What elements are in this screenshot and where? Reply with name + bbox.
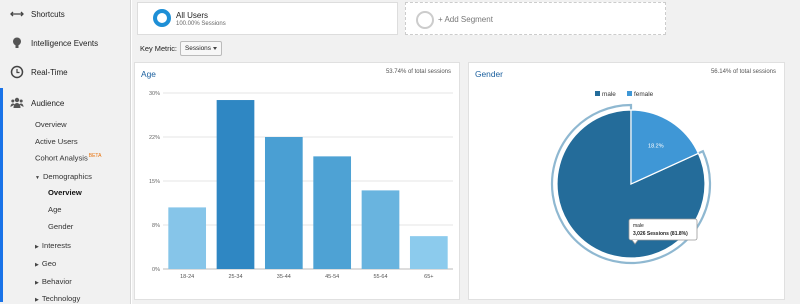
pie-slice-label: 18.2% [648, 143, 664, 149]
sidebar-sub-demographics[interactable]: ▼ Demographics [35, 172, 92, 181]
sidebar-item-label: Shortcuts [31, 9, 65, 19]
legend-swatch [627, 91, 632, 96]
shortcuts-icon [10, 11, 24, 17]
sidebar-item-label: Intelligence Events [31, 38, 99, 48]
sidebar-sub-demo-overview[interactable]: Overview [48, 188, 82, 197]
x-tick-label: 65+ [424, 274, 433, 280]
y-tick-label: 15% [149, 179, 160, 185]
segment-ring-icon [153, 9, 171, 27]
add-segment-label: + Add Segment [438, 15, 493, 24]
gender-pie-chart: male female 18.2% male 3,026 Sessions (81.8%… [550, 91, 712, 265]
age-bar[interactable] [264, 137, 303, 269]
y-tick-label: 22% [149, 135, 160, 141]
sidebar-item-intelligence-events[interactable]: Intelligence Events [0, 29, 131, 57]
x-tick-label: 18-24 [180, 274, 194, 280]
age-bar[interactable] [409, 236, 448, 269]
tooltip-value: 3,026 Sessions (81.8%) [633, 231, 688, 237]
lightbulb-icon [13, 37, 21, 48]
y-tick-label: 0% [152, 267, 160, 273]
demographics-label: Demographics [42, 172, 92, 181]
clock-icon [10, 65, 24, 79]
age-bar-chart: 0% 8% 15% 22% 30% 18-24 25-34 35-44 45-54 55-64 65… [149, 91, 453, 280]
sidebar-sub-behavior[interactable]: ▶ Behavior [35, 277, 72, 286]
caret-right-icon: ▶ [35, 244, 39, 250]
sidebar-item-audience[interactable]: Audience [0, 89, 131, 117]
main-content: All Users 100.00% Sessions + Add Segment… [132, 0, 800, 304]
add-segment-button[interactable]: + Add Segment [405, 2, 666, 35]
age-bar[interactable] [216, 100, 255, 269]
key-metric-label: Key Metric: [140, 44, 177, 53]
sidebar-item-shortcuts[interactable]: Shortcuts [0, 0, 131, 28]
key-metric-select[interactable]: Sessions [180, 41, 222, 56]
cohort-analysis-label: Cohort Analysis [35, 153, 88, 163]
gender-panel: Gender 56.14% of total sessions male fema… [468, 62, 785, 300]
y-tick-label: 30% [149, 91, 160, 97]
segment-all-users[interactable]: All Users 100.00% Sessions [137, 2, 398, 35]
sidebar-sub-geo[interactable]: ▶ Geo [35, 259, 56, 268]
caret-right-icon: ▶ [35, 297, 39, 303]
sidebar-sub-overview[interactable]: Overview [35, 120, 67, 129]
dropdown-arrow-icon [213, 47, 217, 50]
caret-right-icon: ▶ [35, 280, 39, 286]
sidebar-item-label: Audience [31, 98, 65, 108]
x-tick-label: 55-64 [373, 274, 387, 280]
segment-title: All Users [176, 11, 209, 20]
sidebar-sub-active-users[interactable]: Active Users [35, 137, 78, 146]
sidebar-item-label: Real-Time [31, 67, 68, 77]
age-bar[interactable] [313, 156, 352, 269]
sidebar-sub-technology[interactable]: ▶ Technology [35, 294, 80, 303]
x-tick-label: 25-34 [228, 274, 242, 280]
empty-segment-ring-icon [416, 11, 434, 29]
age-bar[interactable] [361, 190, 400, 269]
age-panel: Age 53.74% of total sessions 0% 8% 15% 22% 3… [134, 62, 460, 300]
legend-label: female [634, 91, 654, 98]
technology-label: Technology [41, 294, 81, 303]
legend-label: male [602, 91, 616, 98]
sidebar-sub-interests[interactable]: ▶ Interests [35, 241, 71, 250]
sidebar-sub-cohort-analysis[interactable]: Cohort AnalysisBETA [35, 153, 101, 163]
key-metric-value: Sessions [185, 45, 211, 52]
x-tick-label: 35-44 [277, 274, 291, 280]
sidebar-sub-demo-gender[interactable]: Gender [48, 222, 73, 231]
caret-right-icon: ▶ [35, 262, 39, 268]
sidebar-sub-demo-age[interactable]: Age [48, 205, 62, 214]
interests-label: Interests [41, 241, 71, 250]
beta-badge: BETA [88, 153, 102, 159]
active-section-indicator [0, 88, 3, 302]
legend-swatch [595, 91, 600, 96]
sidebar: Shortcuts Intelligence Events Real-Time … [0, 0, 131, 304]
tooltip-label: male [633, 223, 644, 229]
y-tick-label: 8% [152, 223, 160, 229]
caret-down-icon: ▼ [35, 175, 40, 181]
behavior-label: Behavior [41, 277, 72, 286]
segment-subtitle: 100.00% Sessions [176, 21, 226, 27]
geo-label: Geo [41, 259, 57, 268]
sidebar-item-real-time[interactable]: Real-Time [0, 58, 131, 86]
age-bar[interactable] [168, 207, 207, 269]
x-tick-label: 45-54 [325, 274, 339, 280]
audience-icon [10, 97, 24, 108]
